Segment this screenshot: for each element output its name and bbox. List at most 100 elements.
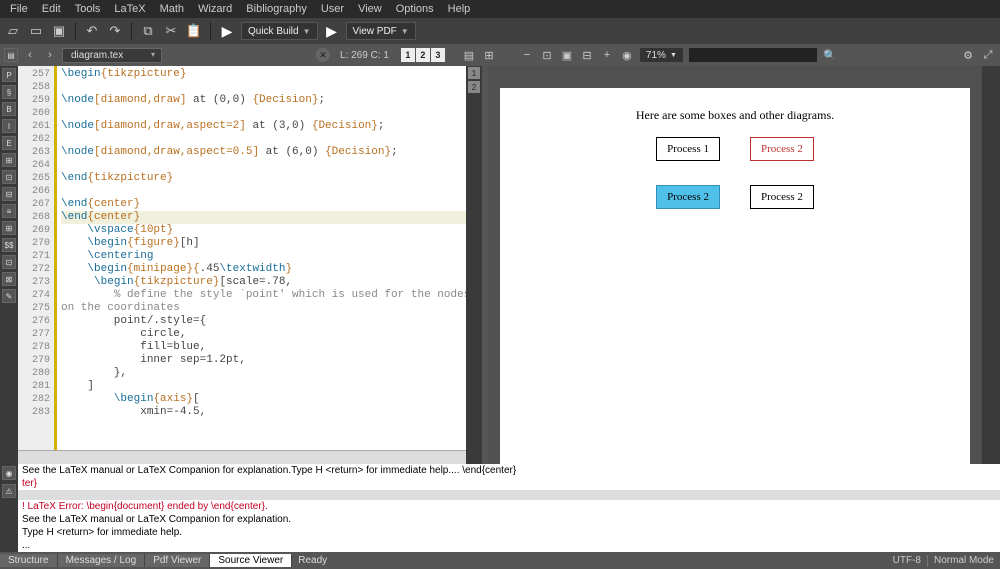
paste-icon[interactable]: 📋 [185, 22, 203, 40]
zoom-out-icon[interactable]: − [519, 47, 535, 63]
left-tool-5[interactable]: ⊞ [2, 153, 16, 167]
page-2-button[interactable]: 2 [416, 48, 430, 62]
menu-view[interactable]: View [352, 2, 388, 16]
left-tool-9[interactable]: ⊞ [2, 221, 16, 235]
mini-page-2[interactable]: 2 [468, 81, 480, 93]
left-tool-4[interactable]: E [2, 136, 16, 150]
pdf-page: Here are some boxes and other diagrams. … [500, 88, 970, 464]
right-toolbar [982, 66, 1000, 464]
zoom-value: 71% [646, 50, 666, 61]
save-icon[interactable]: ▣ [50, 22, 68, 40]
left-tool-7[interactable]: ⊟ [2, 187, 16, 201]
zoom-in-icon[interactable]: + [599, 47, 615, 63]
log-scrollbar[interactable] [18, 490, 1000, 500]
search-icon[interactable]: 🔍 [822, 47, 838, 63]
close-icon[interactable]: ✕ [316, 48, 330, 62]
menu-file[interactable]: File [4, 2, 34, 16]
panel-toggle-icon[interactable]: ▤ [4, 48, 18, 62]
left-tool-13[interactable]: ✎ [2, 289, 16, 303]
log-line: Type H <return> for immediate help. [18, 526, 1000, 539]
new-file-icon[interactable]: ▱ [4, 22, 22, 40]
log-line: ... [18, 539, 1000, 552]
tab-source-viewer[interactable]: Source Viewer [210, 554, 292, 567]
redo-icon[interactable]: ↷ [106, 22, 124, 40]
menu-edit[interactable]: Edit [36, 2, 67, 16]
file-tab[interactable]: diagram.tex ▾ [62, 48, 162, 63]
process-box: Process 2 [750, 185, 814, 209]
page-buttons: 1 2 3 [401, 48, 445, 62]
run-icon[interactable]: ▶ [218, 22, 236, 40]
menu-options[interactable]: Options [390, 2, 440, 16]
log-icon-strip: ◉ ⚠ [0, 464, 18, 552]
process-box: Process 1 [656, 137, 720, 161]
left-tool-2[interactable]: B [2, 102, 16, 116]
menu-user[interactable]: User [315, 2, 350, 16]
menu-wizard[interactable]: Wizard [192, 2, 238, 16]
left-toolbar: P § BIE ⊞ ⊡ ⊟ ≡ ⊞ $$ ⊡ ⊠ ✎ [0, 66, 18, 464]
chevron-down-icon: ▼ [303, 27, 311, 36]
zoom-fit-icon[interactable]: ⊡ [539, 47, 555, 63]
page-1-button[interactable]: 1 [401, 48, 415, 62]
tab-messages[interactable]: Messages / Log [58, 554, 146, 567]
build-combo[interactable]: Quick Build ▼ [241, 22, 318, 40]
editor-scrollbar[interactable] [18, 450, 466, 464]
tab-structure[interactable]: Structure [0, 554, 58, 567]
left-tool-3[interactable]: I [2, 119, 16, 133]
chevron-down-icon: ▼ [401, 27, 409, 36]
view-run-icon[interactable]: ▶ [323, 22, 341, 40]
menu-tools[interactable]: Tools [69, 2, 107, 16]
left-tool-8[interactable]: ≡ [2, 204, 16, 218]
process-box: Process 2 [750, 137, 814, 161]
left-tool-0[interactable]: P [2, 68, 16, 82]
preview-page-strip: 1 2 [466, 66, 482, 464]
zoom-combo[interactable]: 71% ▼ [639, 47, 684, 63]
left-tool-1[interactable]: § [2, 85, 16, 99]
layout-icon[interactable]: ▤ [461, 47, 477, 63]
page-3-button[interactable]: 3 [431, 48, 445, 62]
log-output[interactable]: See the LaTeX manual or LaTeX Companion … [18, 464, 1000, 552]
eye-icon[interactable]: ◉ [619, 47, 635, 63]
warning-icon[interactable]: ⚠ [2, 484, 16, 498]
expand-icon[interactable]: ⤢ [980, 47, 996, 63]
chevron-down-icon: ▾ [151, 50, 155, 59]
cursor-position: L: 269 C: 1 [340, 50, 389, 61]
view-combo-label: View PDF [353, 26, 397, 37]
pdf-search-input[interactable] [688, 47, 818, 63]
left-tool-10[interactable]: $$ [2, 238, 16, 252]
grid-icon[interactable]: ⊞ [481, 47, 497, 63]
box-row-1: Process 1 Process 2 [530, 137, 940, 161]
view-combo[interactable]: View PDF ▼ [346, 22, 416, 40]
left-tool-6[interactable]: ⊡ [2, 170, 16, 184]
status-mode: Normal Mode [928, 555, 1000, 566]
main-area: P § BIE ⊞ ⊡ ⊟ ≡ ⊞ $$ ⊡ ⊠ ✎ 257 258 259 260 261 262 … [0, 66, 1000, 464]
log-line: See the LaTeX manual or LaTeX Companion … [18, 513, 1000, 526]
chevron-down-icon: ▼ [670, 52, 677, 59]
status-ready: Ready [292, 555, 333, 566]
pdf-viewport[interactable]: Here are some boxes and other diagrams. … [488, 66, 982, 464]
code-editor[interactable]: 257 258 259 260 261 262 263 264 265 266 … [18, 66, 466, 464]
open-file-icon[interactable]: ▭ [27, 22, 45, 40]
line-gutter: 257 258 259 260 261 262 263 264 265 266 … [18, 66, 54, 464]
cut-icon[interactable]: ✂ [162, 22, 180, 40]
menu-help[interactable]: Help [442, 2, 477, 16]
mini-page-1[interactable]: 1 [468, 67, 480, 79]
left-tool-11[interactable]: ⊡ [2, 255, 16, 269]
zoom-width-icon[interactable]: ⊟ [579, 47, 595, 63]
copy-icon[interactable]: ⧉ [139, 22, 157, 40]
menu-math[interactable]: Math [154, 2, 190, 16]
undo-icon[interactable]: ↶ [83, 22, 101, 40]
box-row-2: Process 2 Process 2 [530, 185, 940, 209]
menu-bibliography[interactable]: Bibliography [240, 2, 313, 16]
left-tool-12[interactable]: ⊠ [2, 272, 16, 286]
zoom-actual-icon[interactable]: ▣ [559, 47, 575, 63]
bottom-tab-bar: Structure Messages / Log Pdf Viewer Sour… [0, 552, 1000, 569]
settings-icon[interactable]: ⚙ [960, 47, 976, 63]
log-panel: ◉ ⚠ See the LaTeX manual or LaTeX Compan… [0, 464, 1000, 552]
code-content[interactable]: \begin{tikzpicture} \node[diamond,draw] … [57, 66, 466, 464]
nav-forward-icon[interactable]: › [42, 47, 58, 63]
document-tab-bar: ▤ ‹ › diagram.tex ▾ ✕ L: 269 C: 1 1 2 3 … [0, 44, 1000, 66]
tab-pdf-viewer[interactable]: Pdf Viewer [145, 554, 210, 567]
menu-latex[interactable]: LaTeX [108, 2, 151, 16]
nav-back-icon[interactable]: ‹ [22, 47, 38, 63]
eye-icon[interactable]: ◉ [2, 466, 16, 480]
